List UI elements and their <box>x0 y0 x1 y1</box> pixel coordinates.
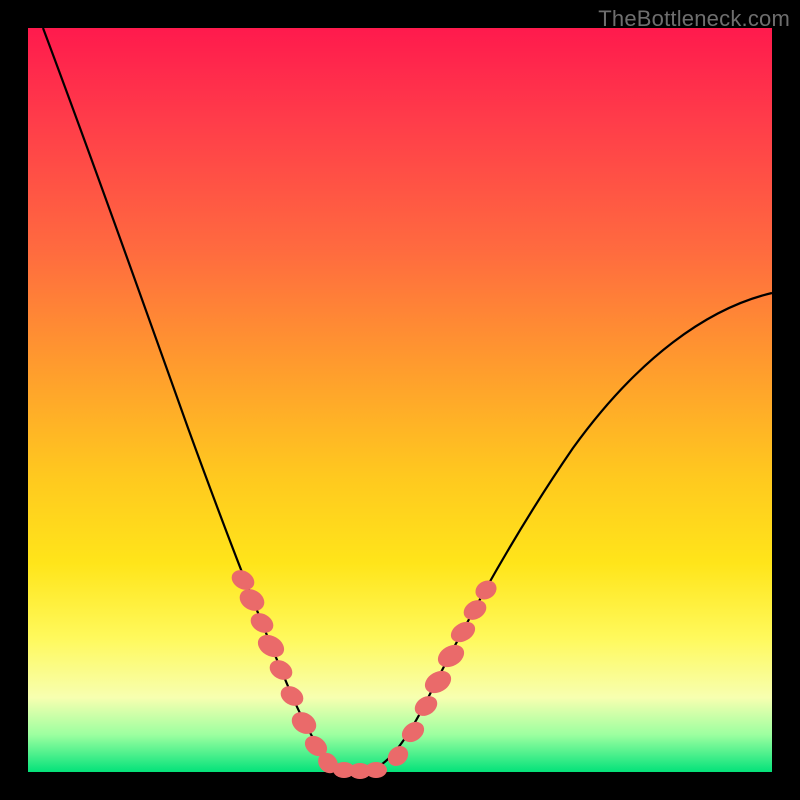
chart-svg <box>28 28 772 772</box>
plot-area <box>28 28 772 772</box>
bottleneck-curve <box>43 28 772 770</box>
marker-dots <box>228 566 500 779</box>
outer-frame: TheBottleneck.com <box>0 0 800 800</box>
watermark-text: TheBottleneck.com <box>598 6 790 32</box>
